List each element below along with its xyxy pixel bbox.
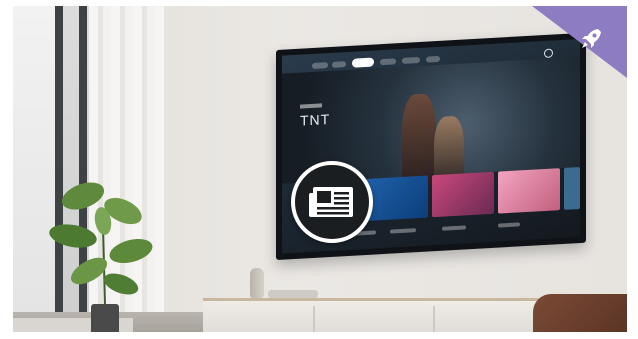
- app-tile: [564, 167, 580, 210]
- app-tile: [498, 168, 560, 214]
- tray: [268, 290, 318, 298]
- console-divider: [313, 306, 315, 332]
- tv-nav-active-tab: [352, 57, 374, 68]
- newspaper-icon: [309, 187, 353, 217]
- armchair: [533, 294, 627, 332]
- news-badge: [291, 161, 373, 243]
- vase: [250, 268, 264, 298]
- app-tile: [366, 175, 484, 221]
- plant-illustration: [49, 182, 153, 332]
- hero-title: TNT: [300, 110, 331, 129]
- app-tile: [432, 171, 494, 218]
- console-divider: [433, 306, 435, 332]
- rocket-icon: [582, 29, 601, 48]
- hero-figure: [402, 93, 436, 185]
